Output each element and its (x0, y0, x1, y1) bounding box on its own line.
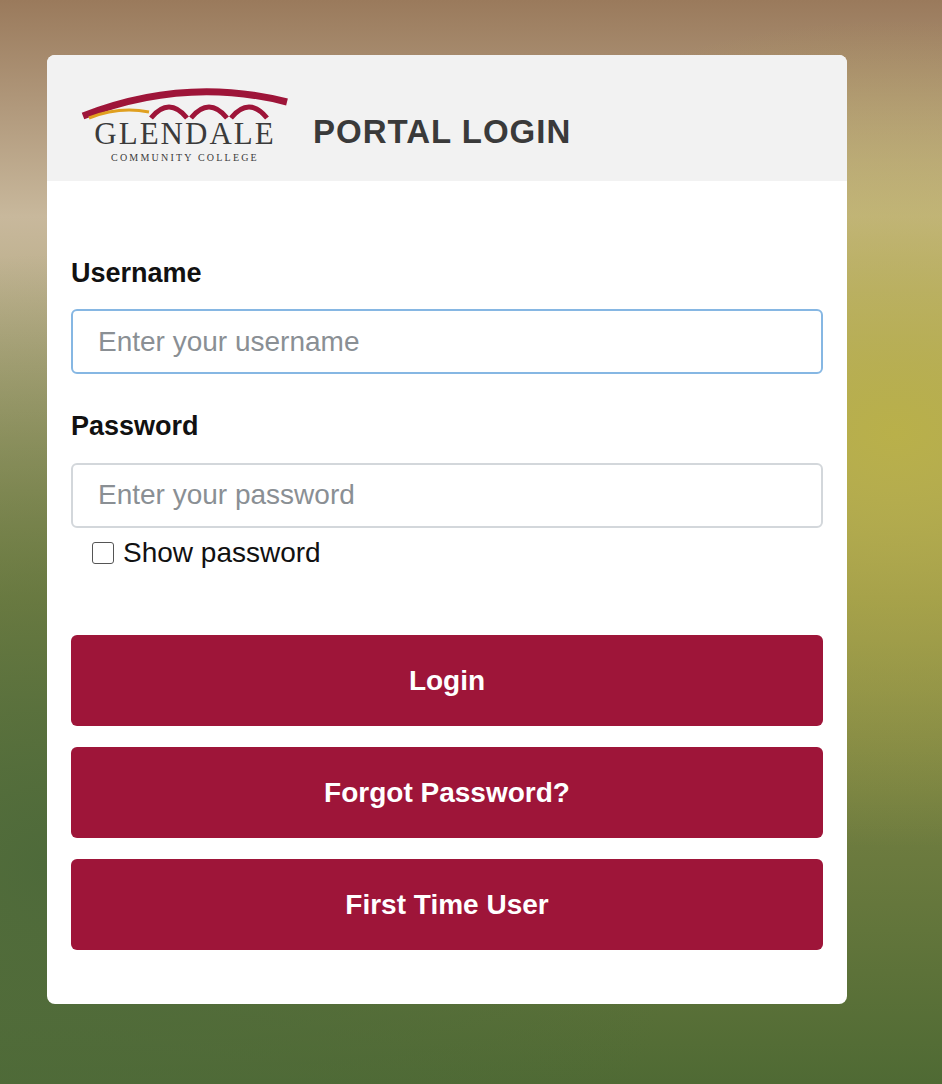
action-button[interactable]: First Time User (71, 859, 823, 950)
action-button[interactable]: Login (71, 635, 823, 726)
portal-title: PORTAL LOGIN (313, 113, 571, 151)
logo-name: GLENDALE (94, 118, 275, 149)
logo-subtitle: COMMUNITY COLLEGE (111, 152, 259, 164)
field-label: Password (71, 410, 823, 442)
field-group: Password (71, 410, 823, 527)
text-input[interactable] (71, 309, 823, 374)
card-header: GLENDALE COMMUNITY COLLEGE PORTAL LOGIN (47, 55, 847, 181)
background-photo: GLENDALE COMMUNITY COLLEGE PORTAL LOGIN Use… (0, 0, 942, 1084)
button-group: Login Forgot Password? First Time User (71, 635, 823, 950)
field-group: Username (71, 257, 823, 374)
checkbox-label: Show password (123, 536, 321, 570)
login-form: Username Password Show password Login Forgot… (47, 181, 847, 1004)
field-label: Username (71, 257, 823, 289)
action-button[interactable]: Forgot Password? (71, 747, 823, 838)
password-input[interactable] (71, 463, 823, 528)
logo-arcs-icon (79, 82, 291, 122)
login-card: GLENDALE COMMUNITY COLLEGE PORTAL LOGIN Use… (47, 55, 847, 1004)
checkbox[interactable] (92, 542, 114, 564)
show-password-toggle[interactable]: Show password (71, 536, 823, 570)
college-logo: GLENDALE COMMUNITY COLLEGE (79, 82, 291, 164)
